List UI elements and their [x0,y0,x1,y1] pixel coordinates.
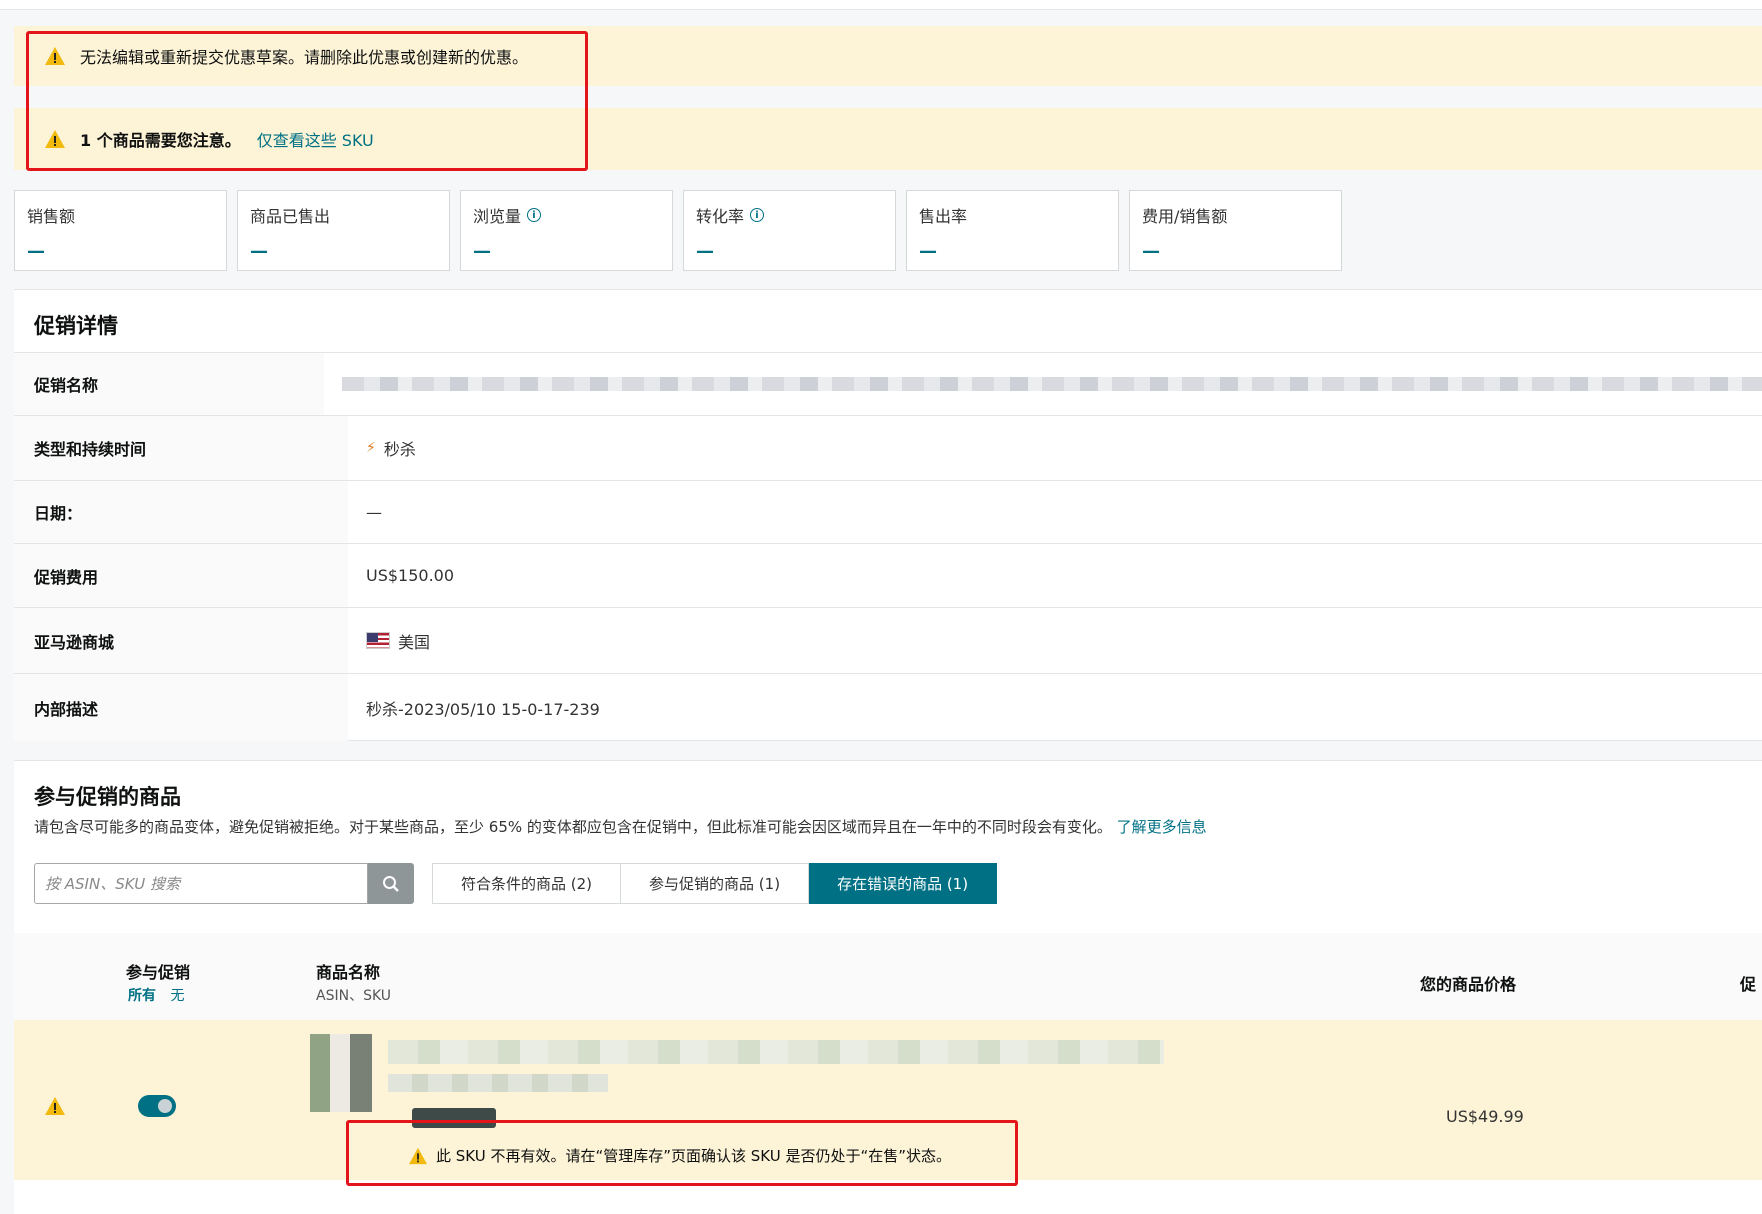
detail-value: 秒杀-2023/05/10 15-0-17-239 [366,699,600,719]
warning-icon [45,1097,65,1115]
participate-filter: 所有 无 [128,985,184,1005]
detail-row-fee: 促销费用 US$150.00 [14,543,1762,607]
metric-fee-to-sales: 费用/销售额 — [1129,190,1342,271]
participate-toggle[interactable] [138,1095,176,1117]
detail-label: 促销费用 [14,544,348,607]
detail-value: — [366,502,382,522]
warning-icon [45,47,65,65]
metric-value: — [696,241,714,262]
attention-text: 1 个商品需要您注意。 [80,131,241,150]
search-icon [383,875,399,892]
metric-sell-through: 售出率 — [906,190,1119,271]
us-flag-icon [366,632,390,649]
detail-row-internal-desc: 内部描述 秒杀-2023/05/10 15-0-17-239 [14,673,1762,741]
details-title: 促销详情 [34,314,118,338]
detail-value: 美国 [398,632,431,652]
col-product-name: 商品名称 [316,963,381,982]
metric-sales: 销售额 — [14,190,227,271]
description-text: 请包含尽可能多的商品变体，避免促销被拒绝。对于某些商品，至少 65% 的变体都应… [34,818,1112,836]
metric-value: — [473,241,491,262]
draft-warning-text: 无法编辑或重新提交优惠草案。请删除此优惠或创建新的优惠。 [80,48,529,67]
metric-label: 费用/销售额 [1142,207,1228,226]
detail-label: 日期： [14,481,348,543]
detail-row-type: 类型和持续时间 ⚡ 秒杀 [14,415,1762,480]
detail-row-marketplace: 亚马逊商城 美国 [14,607,1762,673]
redacted-product-name [388,1040,1164,1064]
info-icon[interactable]: i [527,208,542,222]
metric-label: 转化率 [696,207,745,226]
lightning-icon: ⚡ [366,440,376,456]
products-description: 请包含尽可能多的商品变体，避免促销被拒绝。对于某些商品，至少 65% 的变体都应… [34,816,1207,837]
learn-more-link[interactable]: 了解更多信息 [1117,818,1207,836]
filter-all-link[interactable]: 所有 [128,988,156,1004]
products-title: 参与促销的商品 [34,785,181,809]
search-input[interactable]: 按 ASIN、SKU 搜索 [34,863,368,904]
detail-row-name: 促销名称 [14,352,1762,415]
product-price: US$49.99 [1446,1107,1524,1126]
tab-participating[interactable]: 参与促销的商品 (1) [621,863,810,904]
metric-value: — [250,241,268,262]
top-strip [0,0,1762,10]
metric-label: 销售额 [27,207,76,226]
detail-value: US$150.00 [366,566,455,585]
col-product-name-sub: ASIN、SKU [316,988,392,1004]
detail-label: 内部描述 [14,674,348,741]
redacted-sku-badge [412,1108,496,1128]
sku-error-message: 此 SKU 不再有效。请在“管理库存”页面确认该 SKU 是否仍处于“在售”状态… [408,1145,951,1166]
tab-errors[interactable]: 存在错误的商品 (1) [809,863,998,904]
detail-label: 促销名称 [14,353,324,415]
table-header: 参与促销 所有 无 商品名称 ASIN、SKU 您的商品价格 促 [14,933,1762,1020]
metric-label: 商品已售出 [250,207,331,226]
sku-error-text: 此 SKU 不再有效。请在“管理库存”页面确认该 SKU 是否仍处于“在售”状态… [436,1147,952,1165]
table-row: US$49.99 此 SKU 不再有效。请在“管理库存”页面确认该 SKU 是否… [14,1020,1762,1180]
detail-label: 亚马逊商城 [14,608,348,673]
detail-row-date: 日期： — [14,480,1762,543]
col-your-price: 您的商品价格 [1420,975,1517,994]
metric-units-sold: 商品已售出 — [237,190,450,271]
metric-value: — [27,241,45,262]
product-thumbnail [310,1034,372,1112]
metric-label: 浏览量 [473,207,522,226]
search-button[interactable] [368,863,414,904]
warning-icon [45,130,65,148]
metric-value: — [919,241,937,262]
search-bar: 按 ASIN、SKU 搜索 [34,863,414,904]
tab-eligible[interactable]: 符合条件的商品 (2) [432,863,622,904]
metric-page-views: 浏览量 i — [460,190,673,271]
col-cut-off: 促 [1740,975,1757,994]
redacted-product-asin [388,1074,608,1092]
product-filter-tabs: 符合条件的商品 (2) 参与促销的商品 (1) 存在错误的商品 (1) [432,863,998,904]
detail-value: 秒杀 [383,440,416,459]
attention-alert: 1 个商品需要您注意。 仅查看这些 SKU [14,108,1762,170]
metric-label: 售出率 [919,207,968,226]
metric-value: — [1142,241,1160,262]
warning-icon [409,1147,427,1164]
metrics-bar: 销售额 — 商品已售出 — 浏览量 i — 转化率 i — 售出率 — 费用/销售额… [14,190,1342,271]
filter-none-link[interactable]: 无 [170,988,184,1004]
promotion-details-card: 促销详情 促销名称 类型和持续时间 ⚡ 秒杀 日期： — 促销费用 US$150.… [14,289,1762,741]
view-skus-link[interactable]: 仅查看这些 SKU [257,127,374,151]
col-participate: 参与促销 [126,963,191,982]
detail-label: 类型和持续时间 [14,416,348,480]
participating-products-card: 参与促销的商品 请包含尽可能多的商品变体，避免促销被拒绝。对于某些商品，至少 6… [14,760,1762,1214]
metric-conversion: 转化率 i — [683,190,896,271]
redacted-promotion-name [342,377,1762,391]
draft-warning-alert: 无法编辑或重新提交优惠草案。请删除此优惠或创建新的优惠。 [14,26,1762,86]
info-icon[interactable]: i [750,208,765,222]
